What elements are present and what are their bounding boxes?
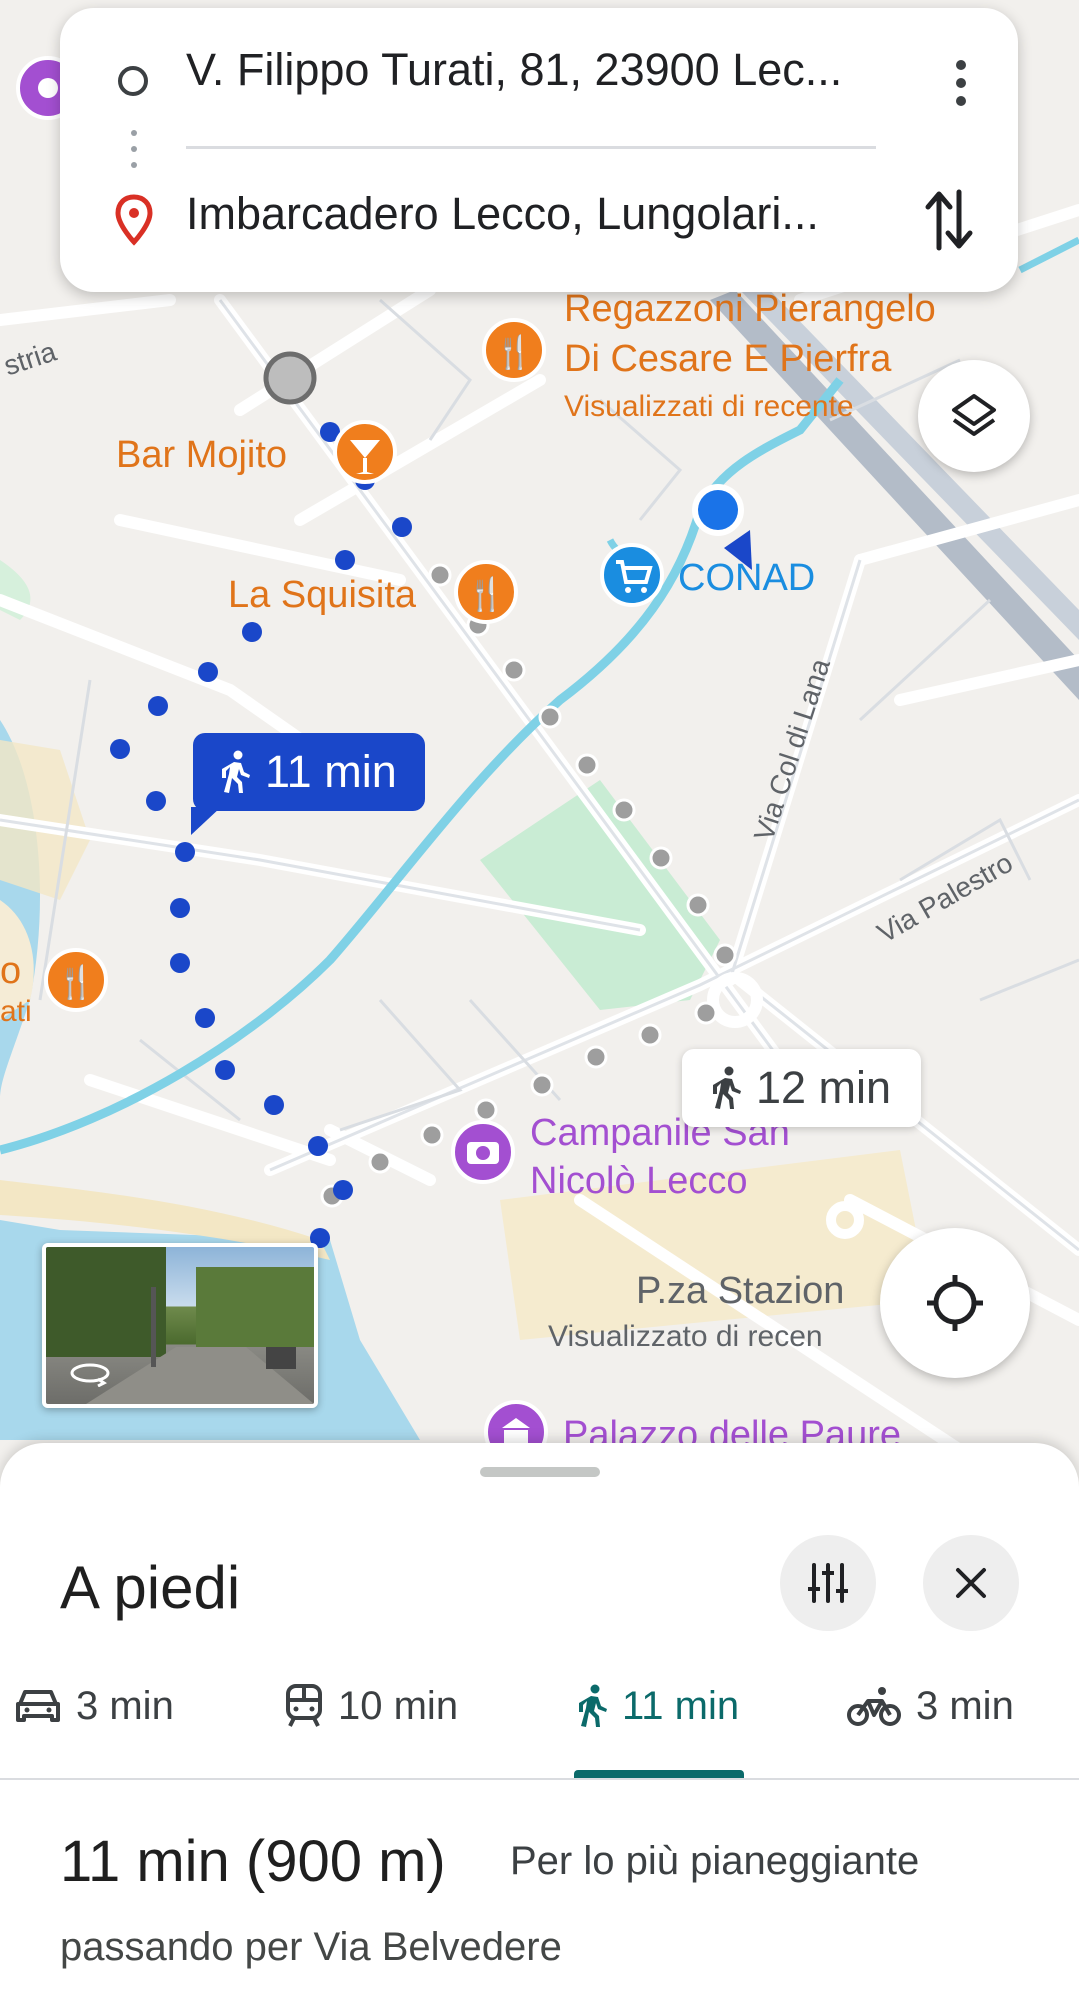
sheet-divider [0,1778,1079,1780]
walk-icon [222,750,250,793]
directions-bottom-sheet: A piedi 3 min 10 min 11 min 3 min 11 min… [0,1443,1079,1999]
bike-icon [847,1687,901,1726]
mode-tab-transit[interactable]: 10 min [284,1661,458,1751]
layers-icon [952,394,996,436]
mode-tab-bike[interactable]: 3 min [846,1661,1014,1751]
destination-field[interactable]: Imbarcadero Lecco, Lungolari... [186,188,819,240]
mode-tab-walk[interactable]: 11 min [578,1661,739,1751]
restaurant-pin-left: 🍴 [44,948,108,1012]
poi-label-conad[interactable]: CONAD [678,557,815,600]
origin-field[interactable]: V. Filippo Turati, 81, 23900 Lec... [186,44,842,96]
swap-vertical-icon [925,189,973,251]
poi-label-campanile-2[interactable]: Nicolò Lecco [530,1160,748,1203]
tune-icon [808,1563,848,1603]
svg-text:🍴: 🍴 [466,575,506,613]
poi-label-left-partial-1: o [0,950,22,992]
landmark-pin-campanile [451,1120,515,1184]
street-view-thumbnail[interactable] [42,1243,318,1408]
shop-pin-conad [600,543,664,607]
field-divider [186,146,876,149]
poi-label-la-squisita[interactable]: La Squisita [228,574,416,617]
train-icon [286,1684,322,1727]
alt-route-badge-label: 12 min [756,1062,892,1113]
rotate-360-icon [70,1363,110,1387]
more-options-button[interactable] [954,60,968,110]
origin-row[interactable]: V. Filippo Turati, 81, 23900 Lec... [60,16,1018,136]
walk-time-badge-label: 11 min [265,746,397,797]
sheet-title: A piedi [60,1554,241,1621]
restaurant-pin-regazzoni: 🍴 [482,318,546,382]
sheet-drag-handle[interactable] [480,1467,600,1477]
route-options-button[interactable] [780,1535,876,1631]
walk-icon [579,1684,607,1727]
swap-directions-button[interactable] [924,188,974,252]
crosshair-icon [927,1275,983,1331]
svg-text:🍴: 🍴 [56,963,96,1001]
poi-sub-piazza-stazione: Visualizzato di recen [548,1320,823,1353]
mode-label-walk: 11 min [622,1683,740,1728]
route-summary-time: 11 min (900 m) [60,1829,446,1894]
poi-label-bar-mojito[interactable]: Bar Mojito [116,434,287,477]
mode-tab-car[interactable]: 3 min [14,1661,174,1751]
my-location-button[interactable] [880,1228,1030,1378]
bar-pin-mojito [333,420,397,484]
location-pin-icon [115,194,153,246]
close-icon [956,1568,986,1598]
mode-label-car: 3 min [76,1683,174,1728]
svg-text:🍴: 🍴 [494,333,534,371]
poi-label-regazzoni-2[interactable]: Di Cesare E Pierfra [564,338,891,381]
alt-route-badge[interactable]: 12 min [682,1049,922,1127]
mode-label-bike: 3 min [916,1683,1014,1728]
layers-button[interactable] [918,360,1030,472]
more-vert-icon [956,60,966,70]
restaurant-pin-la-squisita: 🍴 [454,560,518,624]
close-button[interactable] [923,1535,1019,1631]
destination-row[interactable]: Imbarcadero Lecco, Lungolari... [60,160,1018,280]
poi-label-regazzoni-1[interactable]: Regazzoni Pierangelo [564,288,936,331]
poi-label-piazza-stazione[interactable]: P.za Stazion [636,1270,844,1313]
active-mode-indicator [574,1770,744,1778]
directions-card: V. Filippo Turati, 81, 23900 Lec... Imba… [60,8,1018,292]
route-summary-via: passando per Via Belvedere [60,1925,562,1969]
car-icon [16,1690,60,1722]
origin-circle-icon [118,66,148,96]
mode-label-transit: 10 min [338,1683,459,1728]
route-start-marker [263,351,317,405]
walk-icon [713,1066,741,1109]
walk-time-badge[interactable]: 11 min [191,733,425,835]
poi-label-left-partial-2: ati [0,995,32,1028]
poi-sub-regazzoni: Visualizzati di recente [564,390,854,423]
route-summary-terrain: Per lo più pianeggiante [510,1839,920,1883]
